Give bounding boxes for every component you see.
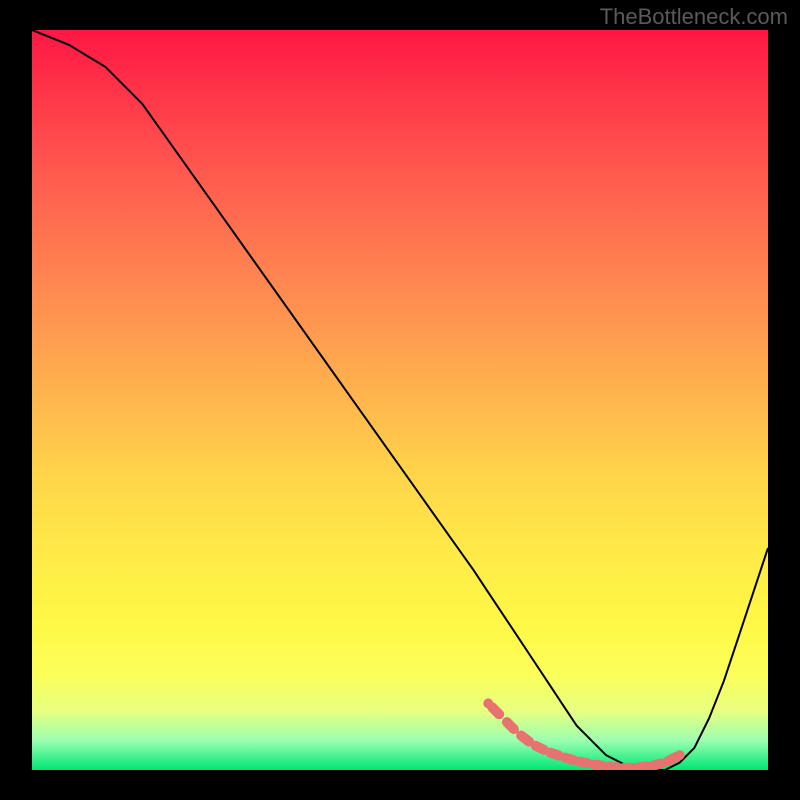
highlight-dot: [609, 767, 617, 768]
highlight-dot: [580, 762, 588, 764]
main-curve-path: [32, 30, 768, 770]
highlight-end: [483, 698, 493, 708]
highlight-end: [675, 750, 685, 760]
plot-area: [32, 30, 768, 770]
highlight-dot: [668, 757, 676, 761]
highlight-dot: [521, 736, 529, 742]
highlight-dot: [507, 722, 514, 729]
highlight-dot: [551, 753, 559, 756]
highlight-dot: [654, 763, 662, 765]
highlight-dot: [492, 707, 499, 714]
highlight-dot: [595, 765, 603, 766]
watermark-text: TheBottleneck.com: [600, 4, 788, 30]
highlight-dot: [639, 767, 647, 768]
highlight-dot: [536, 746, 544, 750]
highlight-dot: [565, 758, 573, 760]
chart-svg: [32, 30, 768, 770]
